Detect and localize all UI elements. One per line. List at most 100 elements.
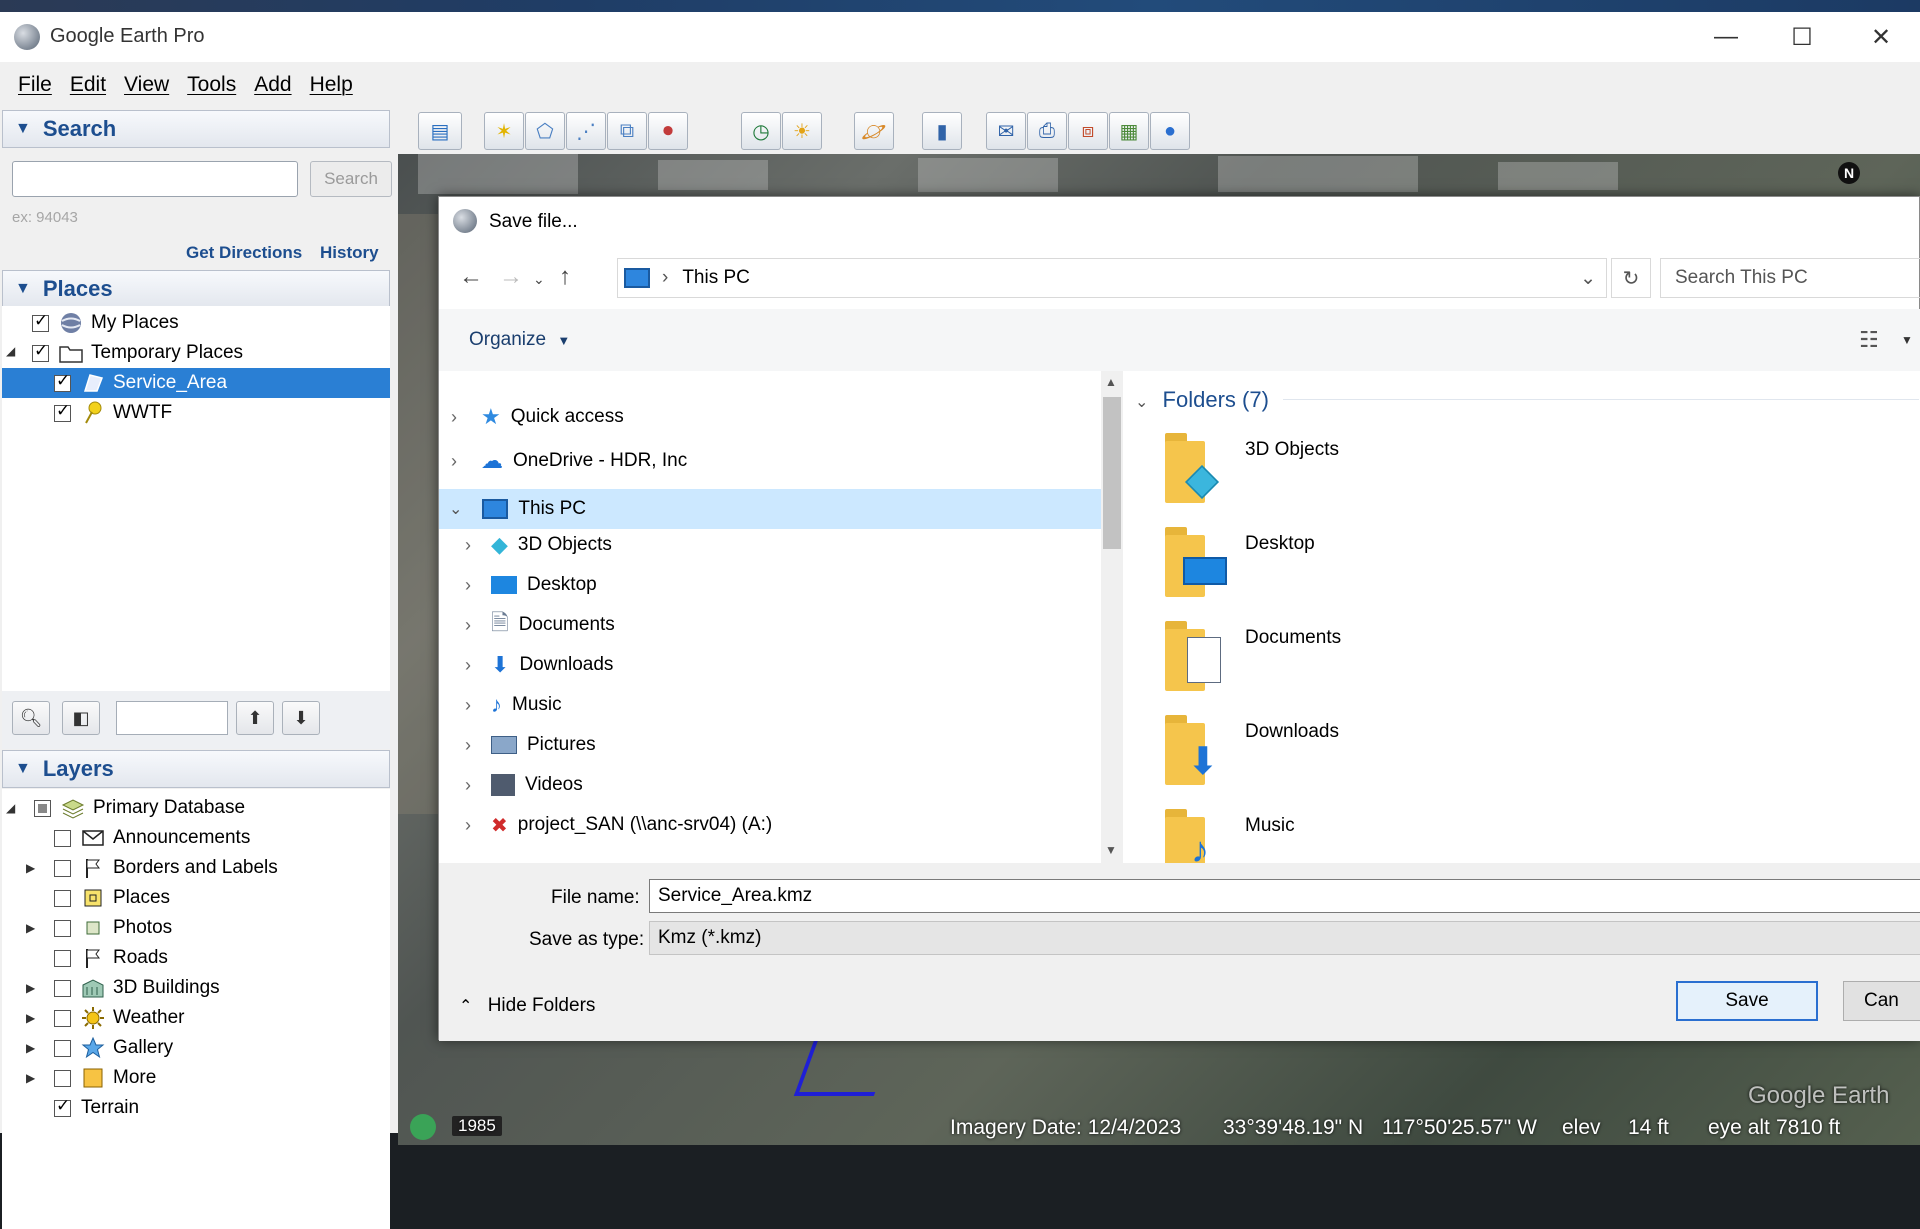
add-placemark-button[interactable]: ✶ — [484, 112, 524, 150]
expand-chevron-icon[interactable]: › — [465, 735, 471, 756]
expand-chevron-icon[interactable]: › — [451, 407, 457, 428]
sidebar-toggle-button[interactable]: ▤ — [418, 112, 462, 150]
record-tour-button[interactable]: ⏺ — [648, 112, 688, 150]
expand-chevron-icon[interactable]: › — [465, 575, 471, 596]
recent-locations-chevron-icon[interactable]: ⌄ — [533, 271, 545, 288]
temporary-places-checkbox[interactable] — [32, 341, 49, 362]
expand-triangle-icon[interactable]: ◢ — [6, 801, 15, 815]
get-directions-link[interactable]: Get Directions — [186, 243, 302, 263]
expand-triangle-icon[interactable]: ▶ — [26, 1011, 35, 1025]
search-button[interactable]: Search — [310, 161, 392, 197]
places-filter-input[interactable] — [116, 701, 228, 735]
add-image-overlay-button[interactable]: ⧉ — [607, 112, 647, 150]
close-button[interactable]: ✕ — [1852, 12, 1910, 62]
organize-button[interactable]: Organize ▼ — [469, 329, 570, 351]
expand-triangle-icon[interactable]: ▶ — [26, 921, 35, 935]
save-image-button[interactable]: ⧈ — [1068, 112, 1108, 150]
historical-year[interactable]: 1985 — [452, 1116, 502, 1136]
nav-desktop[interactable]: Desktop — [491, 565, 597, 605]
layer-checkbox[interactable] — [54, 1009, 71, 1027]
layer-checkbox[interactable] — [34, 799, 51, 817]
expand-chevron-icon[interactable]: › — [465, 815, 471, 836]
layer-roads[interactable]: Roads — [54, 943, 168, 973]
toggle-panel-button[interactable]: ◧ — [62, 701, 100, 735]
address-dropdown-icon[interactable]: ⌄ — [1580, 267, 1596, 290]
layer-checkbox[interactable] — [54, 1069, 71, 1087]
nav-downloads[interactable]: ⬇ Downloads — [491, 645, 613, 685]
layer-checkbox[interactable] — [54, 919, 71, 937]
nav-pictures[interactable]: Pictures — [491, 725, 596, 765]
nav-videos[interactable]: Videos — [491, 765, 583, 805]
expand-triangle-icon[interactable]: ◢ — [6, 344, 15, 358]
menu-edit[interactable]: Edit — [70, 73, 106, 97]
folders-group-header[interactable]: ⌄ Folders (7) — [1135, 387, 1269, 413]
layer-checkbox[interactable] — [54, 829, 71, 847]
layer-places[interactable]: Places — [54, 883, 170, 913]
collapse-chevron-icon[interactable]: ⌄ — [449, 499, 462, 519]
folder-music-icon[interactable]: ♪ — [1165, 809, 1227, 863]
save-as-type-select[interactable]: Kmz (*.kmz) — [649, 921, 1920, 955]
layers-panel-header[interactable]: ▼ Layers — [2, 750, 390, 788]
folder-downloads-icon[interactable]: ⬇ — [1165, 715, 1227, 785]
add-polygon-button[interactable]: ⬠ — [525, 112, 565, 150]
layer-checkbox[interactable] — [54, 889, 71, 907]
nav-onedrive[interactable]: ☁ OneDrive - HDR, Inc — [481, 441, 687, 481]
scrollbar-thumb[interactable] — [1103, 397, 1121, 549]
layer-primary-database[interactable]: Primary Database — [34, 793, 245, 823]
layer-3d-buildings[interactable]: 3D Buildings — [54, 973, 220, 1003]
minimize-button[interactable]: — — [1697, 12, 1755, 62]
search-input[interactable] — [12, 161, 298, 197]
compass-north-icon[interactable]: N — [1838, 162, 1860, 184]
folder-music[interactable]: Music — [1245, 815, 1295, 837]
folder-3d-objects-icon[interactable] — [1165, 433, 1227, 503]
layer-photos[interactable]: Photos — [54, 913, 172, 943]
expand-triangle-icon[interactable]: ▶ — [26, 981, 35, 995]
back-arrow-icon[interactable]: ← — [459, 263, 483, 291]
view-maps-button[interactable]: ▦ — [1109, 112, 1149, 150]
expand-chevron-icon[interactable]: › — [451, 451, 457, 472]
expand-chevron-icon[interactable]: › — [465, 615, 471, 636]
service-area-checkbox[interactable] — [54, 371, 71, 392]
expand-triangle-icon[interactable]: ▶ — [26, 1041, 35, 1055]
move-up-button[interactable]: ⬆ — [236, 701, 274, 735]
nav-documents[interactable]: 🗎 Documents — [491, 605, 615, 645]
nav-network-drive[interactable]: ✖ project_SAN (\\anc-srv04) (A:) — [491, 805, 772, 845]
scroll-down-icon[interactable]: ▼ — [1105, 843, 1117, 857]
places-panel-header[interactable]: ▼ Places — [2, 270, 390, 308]
history-link[interactable]: History — [320, 243, 379, 263]
menu-tools[interactable]: Tools — [187, 73, 236, 97]
view-dropdown-icon[interactable]: ▼ — [1901, 333, 1913, 347]
search-this-pc-input[interactable]: Search This PC — [1660, 258, 1920, 298]
save-button[interactable]: Save — [1676, 981, 1818, 1021]
layer-checkbox[interactable] — [54, 1039, 71, 1057]
folder-documents-icon[interactable] — [1165, 621, 1227, 691]
my-places-checkbox[interactable] — [32, 311, 49, 332]
nav-music[interactable]: ♪ Music — [491, 685, 562, 725]
email-button[interactable]: ✉ — [986, 112, 1026, 150]
layer-more[interactable]: More — [54, 1063, 156, 1093]
expand-triangle-icon[interactable]: ▶ — [26, 861, 35, 875]
layer-checkbox[interactable] — [54, 1096, 71, 1117]
expand-chevron-icon[interactable]: › — [465, 655, 471, 676]
maximize-button[interactable]: ☐ — [1773, 12, 1831, 62]
nav-3d-objects[interactable]: ◆ 3D Objects — [491, 525, 612, 565]
tree-item-my-places[interactable]: My Places — [32, 308, 179, 338]
view-options-icon[interactable]: ☷ — [1859, 327, 1879, 353]
file-name-input[interactable]: Service_Area.kmz — [649, 879, 1920, 913]
hide-folders-toggle[interactable]: ⌃ Hide Folders — [459, 995, 595, 1017]
clock-status-icon[interactable] — [410, 1114, 436, 1140]
cancel-button[interactable]: Can — [1843, 981, 1920, 1021]
layer-checkbox[interactable] — [54, 979, 71, 997]
layer-checkbox[interactable] — [54, 859, 71, 877]
layer-gallery[interactable]: Gallery — [54, 1033, 173, 1063]
move-down-button[interactable]: ⬇ — [282, 701, 320, 735]
layer-borders-labels[interactable]: Borders and Labels — [54, 853, 278, 883]
historical-imagery-button[interactable]: ◷ — [741, 112, 781, 150]
layer-checkbox[interactable] — [54, 949, 71, 967]
expand-chevron-icon[interactable]: › — [465, 775, 471, 796]
print-button[interactable]: ⎙ — [1027, 112, 1067, 150]
expand-chevron-icon[interactable]: › — [465, 535, 471, 556]
scroll-up-icon[interactable]: ▲ — [1105, 375, 1117, 389]
search-places-button[interactable]: 🔍︎ — [12, 701, 50, 735]
tree-item-temporary-places[interactable]: Temporary Places — [32, 338, 243, 368]
